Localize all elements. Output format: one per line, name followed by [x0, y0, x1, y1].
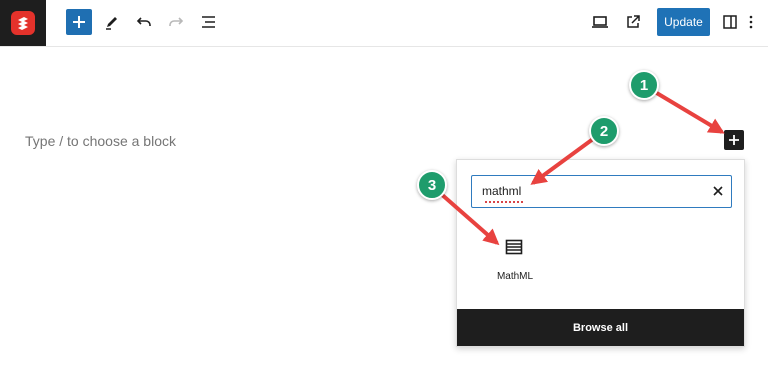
annotation-arrow-3: [438, 191, 500, 246]
annotation-arrows: [438, 90, 725, 246]
annotation-arrow-2: [530, 137, 595, 185]
annotation-badge-2: 2: [589, 116, 619, 146]
annotation-badge-1: 1: [629, 70, 659, 100]
annotation-arrow-1: [653, 90, 725, 134]
annotation-badge-3: 3: [417, 170, 447, 200]
